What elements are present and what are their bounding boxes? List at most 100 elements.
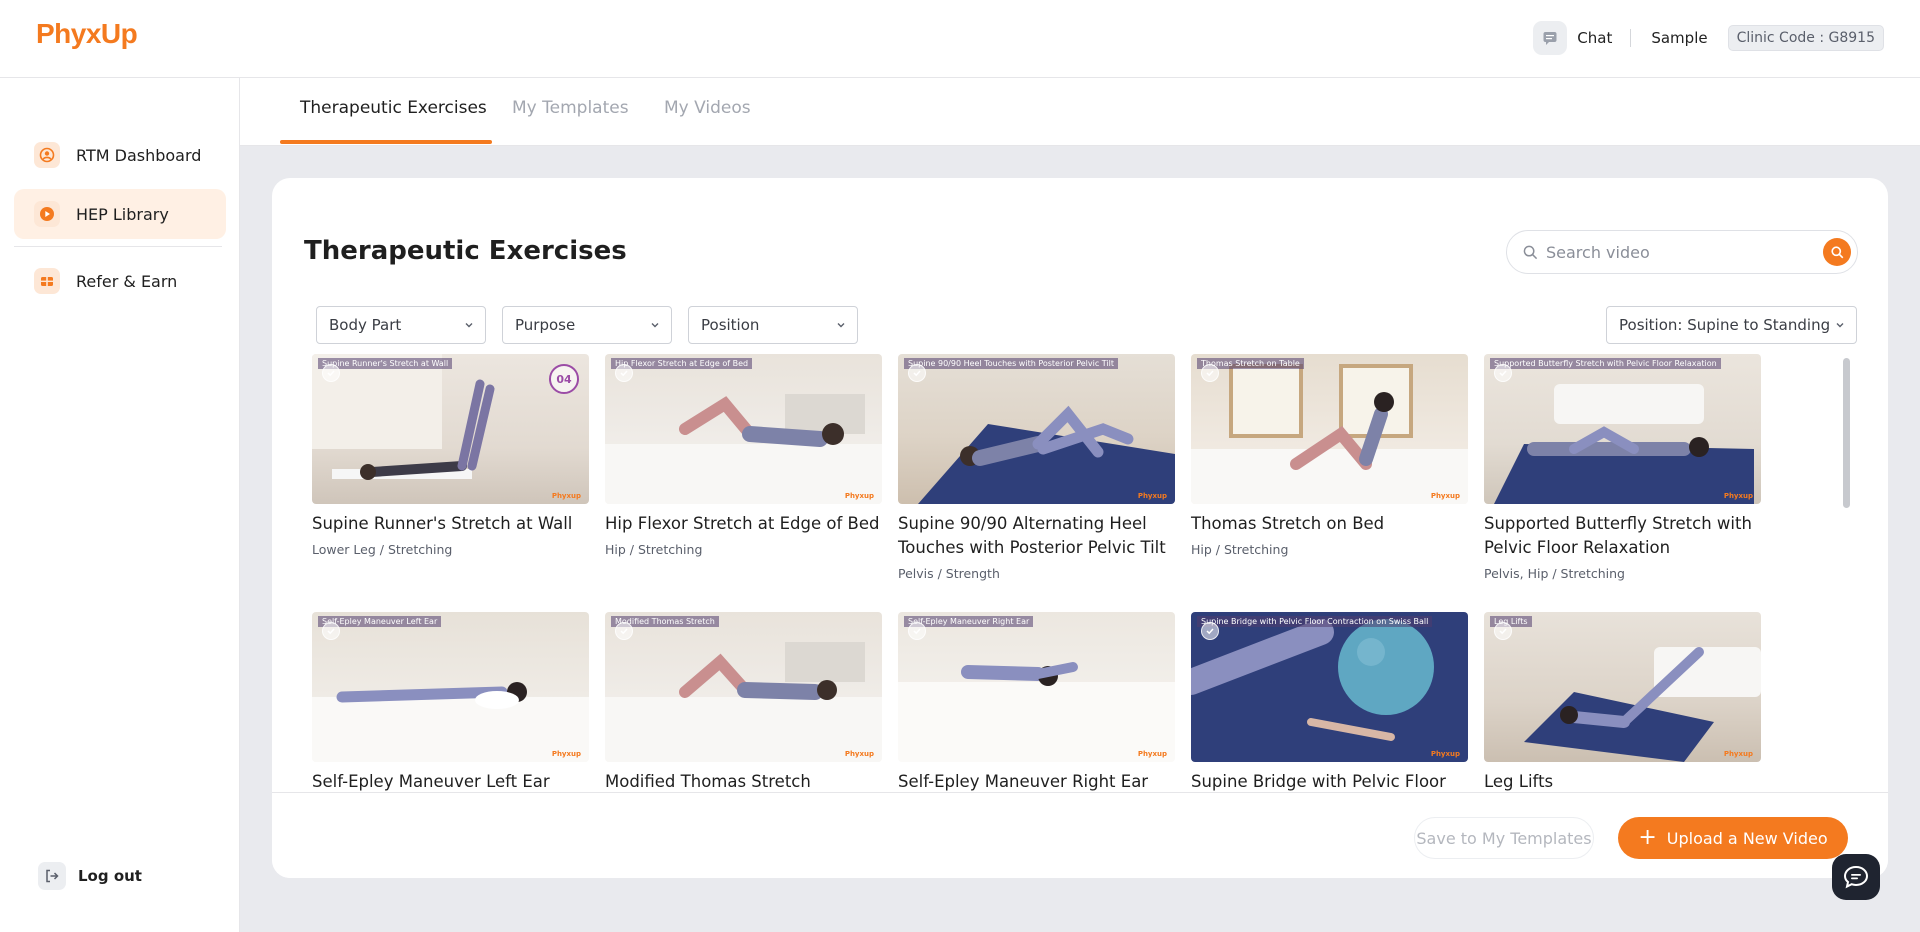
- exercise-illustration: [605, 642, 882, 762]
- header-actions: Chat Sample Clinic Code : G8915: [1533, 21, 1884, 55]
- video-title[interactable]: Hip Flexor Stretch at Edge of Bed: [605, 512, 882, 536]
- sort-select[interactable]: Position: Supine to Standing: [1606, 306, 1857, 344]
- position-filter[interactable]: Position: [688, 306, 858, 344]
- chevron-down-icon: [651, 323, 659, 328]
- thumbnail-caption: Hip Flexor Stretch at Edge of Bed: [611, 358, 753, 369]
- video-thumbnail[interactable]: Self-Epley Maneuver Right Ear Phyxup: [898, 612, 1175, 762]
- brand-watermark: Phyxup: [1723, 492, 1753, 500]
- user-circle-icon: [34, 142, 60, 168]
- exercise-illustration: [1191, 619, 1434, 741]
- plus-icon: +: [1638, 825, 1657, 850]
- brand-watermark: Phyxup: [1137, 492, 1167, 500]
- video-title[interactable]: Modified Thomas Stretch: [605, 770, 882, 792]
- video-title[interactable]: Thomas Stretch on Bed: [1191, 512, 1468, 536]
- search-button[interactable]: [1823, 238, 1851, 266]
- search-input[interactable]: [1546, 242, 1806, 262]
- video-card[interactable]: Self-Epley Maneuver Right Ear Phyxup Sel…: [898, 612, 1175, 792]
- select-checkbox[interactable]: [908, 622, 926, 640]
- video-thumbnail[interactable]: Leg Lifts Phyxup: [1484, 612, 1761, 762]
- video-title[interactable]: Self-Epley Maneuver Left Ear: [312, 770, 589, 792]
- video-meta: Lower Leg / Stretching: [312, 542, 453, 557]
- sidebar-divider: [14, 246, 222, 247]
- scrollbar-thumb[interactable]: [1843, 358, 1850, 508]
- exercise-illustration: [605, 394, 882, 504]
- exercise-illustration: [1494, 384, 1754, 504]
- play-circle-icon: [34, 201, 60, 227]
- select-checkbox[interactable]: [1201, 364, 1219, 382]
- sidebar-item-label: Refer & Earn: [76, 271, 178, 291]
- thumbnail-caption: Supine 90/90 Heel Touches with Posterior…: [904, 358, 1119, 369]
- upload-video-label: Upload a New Video: [1666, 828, 1828, 848]
- brand-watermark: Phyxup: [844, 750, 874, 758]
- exercise-illustration: [898, 662, 1175, 762]
- tab-my-templates[interactable]: My Templates: [512, 98, 629, 118]
- brand-watermark: Phyxup: [1137, 750, 1167, 758]
- top-header: PhyxUp Chat Sample Clinic Code : G8915: [0, 0, 1920, 78]
- brand-watermark: Phyxup: [1430, 750, 1460, 758]
- tab-therapeutic-exercises[interactable]: Therapeutic Exercises: [300, 98, 487, 118]
- video-thumbnail[interactable]: Thomas Stretch on Table Phyxup: [1191, 354, 1468, 504]
- video-title[interactable]: Self-Epley Maneuver Right Ear: [898, 770, 1175, 792]
- video-card[interactable]: Hip Flexor Stretch at Edge of Bed Phyxup…: [605, 354, 882, 557]
- sidebar-item-refer-earn[interactable]: Refer & Earn: [14, 256, 226, 306]
- grid-scrollbar[interactable]: [1840, 354, 1852, 790]
- body-part-filter-label: Body Part: [329, 316, 402, 334]
- video-title[interactable]: Supported Butterfly Stretch with Pelvic …: [1484, 512, 1761, 560]
- video-thumbnail[interactable]: Supported Butterfly Stretch with Pelvic …: [1484, 354, 1761, 504]
- exercise-illustration: [1524, 647, 1761, 762]
- card-footer: Save to My Templates + Upload a New Vide…: [272, 792, 1888, 878]
- logout-label: Log out: [78, 867, 142, 885]
- video-thumbnail[interactable]: Modified Thomas Stretch Phyxup: [605, 612, 882, 762]
- sidebar-item-hep-library[interactable]: HEP Library: [14, 189, 226, 239]
- logout-button[interactable]: Log out: [38, 862, 142, 890]
- select-checkbox[interactable]: [1201, 622, 1219, 640]
- select-checkbox[interactable]: [322, 622, 340, 640]
- support-chat-button[interactable]: [1832, 854, 1880, 900]
- brand-watermark: Phyxup: [844, 492, 874, 500]
- chevron-down-icon: [465, 323, 473, 328]
- gift-icon: [34, 268, 60, 294]
- upload-video-button[interactable]: + Upload a New Video: [1618, 817, 1848, 859]
- exercise-library-card: Therapeutic Exercises Body Part Purpose …: [272, 178, 1888, 878]
- search-box: [1506, 230, 1858, 274]
- tab-my-videos[interactable]: My Videos: [664, 98, 751, 118]
- select-checkbox[interactable]: [615, 622, 633, 640]
- video-title[interactable]: Supine 90/90 Alternating Heel Touches wi…: [898, 512, 1175, 560]
- video-card[interactable]: Supine Bridge with Pelvic Floor Contract…: [1191, 612, 1468, 792]
- sort-select-label: Position: Supine to Standing: [1619, 316, 1831, 334]
- video-thumbnail[interactable]: Supine 90/90 Heel Touches with Posterior…: [898, 354, 1175, 504]
- video-title[interactable]: Leg Lifts: [1484, 770, 1761, 792]
- exercise-illustration: [312, 354, 495, 480]
- sidebar-item-label: HEP Library: [76, 204, 169, 224]
- video-card[interactable]: Leg Lifts Phyxup Leg Lifts: [1484, 612, 1761, 792]
- video-meta: Pelvis, Hip / Stretching: [1484, 566, 1625, 581]
- video-card[interactable]: Modified Thomas Stretch Phyxup Modified …: [605, 612, 882, 792]
- phyxup-logo[interactable]: PhyxUp: [36, 18, 138, 50]
- video-meta: Hip / Stretching: [1191, 542, 1289, 557]
- body-part-filter[interactable]: Body Part: [316, 306, 486, 344]
- sidebar-item-rtm-dashboard[interactable]: RTM Dashboard: [14, 130, 226, 180]
- video-thumbnail[interactable]: Supine Runner's Stretch at Wall 04 Phyxu…: [312, 354, 589, 504]
- select-checkbox[interactable]: [908, 364, 926, 382]
- video-meta: Pelvis / Strength: [898, 566, 1000, 581]
- chat-button[interactable]: Chat: [1577, 29, 1612, 47]
- video-thumbnail[interactable]: Self-Epley Maneuver Left Ear Phyxup: [312, 612, 589, 762]
- select-checkbox[interactable]: [615, 364, 633, 382]
- video-title[interactable]: Supine Runner's Stretch at Wall: [312, 512, 589, 536]
- video-card[interactable]: Supine Runner's Stretch at Wall 04 Phyxu…: [312, 354, 589, 557]
- video-card[interactable]: Self-Epley Maneuver Left Ear Phyxup Self…: [312, 612, 589, 792]
- save-to-templates-button[interactable]: Save to My Templates: [1414, 817, 1594, 859]
- purpose-filter[interactable]: Purpose: [502, 306, 672, 344]
- video-card[interactable]: Thomas Stretch on Table Phyxup Thomas St…: [1191, 354, 1468, 557]
- select-checkbox[interactable]: [322, 364, 340, 382]
- video-title[interactable]: Supine Bridge with Pelvic Floor: [1191, 770, 1468, 792]
- video-card[interactable]: Supported Butterfly Stretch with Pelvic …: [1484, 354, 1761, 581]
- select-checkbox[interactable]: [1494, 622, 1512, 640]
- tab-bar: Therapeutic Exercises My Templates My Vi…: [240, 78, 1920, 146]
- user-name[interactable]: Sample: [1651, 29, 1707, 47]
- select-checkbox[interactable]: [1494, 364, 1512, 382]
- video-card[interactable]: Supine 90/90 Heel Touches with Posterior…: [898, 354, 1175, 581]
- video-thumbnail[interactable]: Supine Bridge with Pelvic Floor Contract…: [1191, 612, 1468, 762]
- chat-icon[interactable]: [1533, 21, 1568, 55]
- video-thumbnail[interactable]: Hip Flexor Stretch at Edge of Bed Phyxup: [605, 354, 882, 504]
